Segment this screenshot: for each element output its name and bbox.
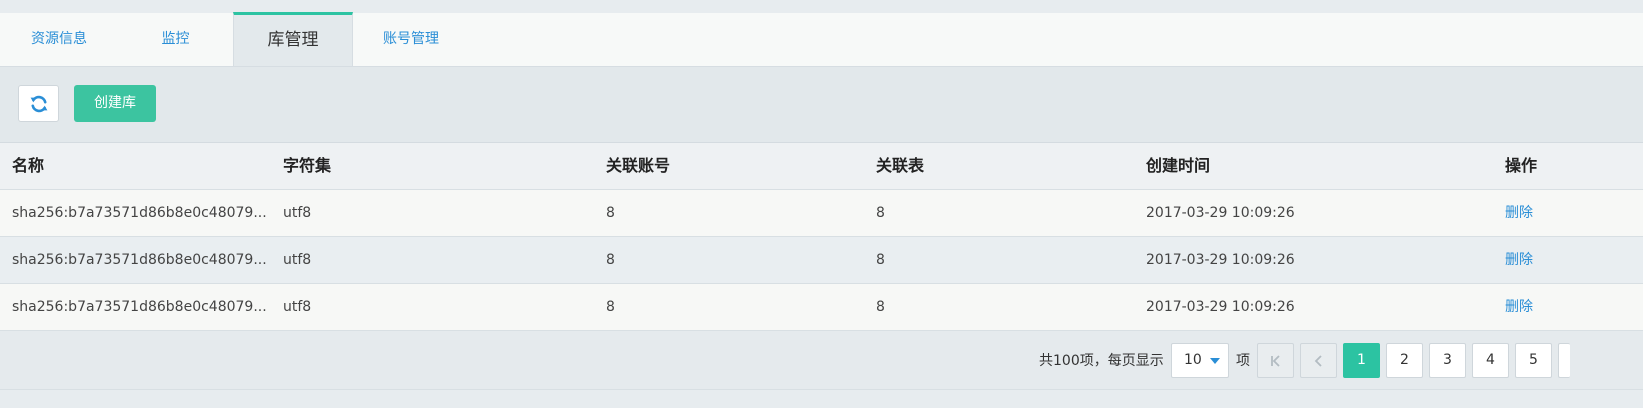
prev-page-button[interactable] bbox=[1300, 343, 1337, 378]
cell-charset: utf8 bbox=[283, 205, 312, 221]
header-tables: 关联表 bbox=[876, 156, 925, 175]
chevron-down-icon bbox=[1210, 358, 1220, 364]
cell-name: sha256:b7a73571d86b8e0c48079... bbox=[12, 205, 267, 221]
toolbar: 创建库 bbox=[0, 67, 1643, 143]
cell-name: sha256:b7a73571d86b8e0c48079... bbox=[12, 252, 267, 268]
page-size-unit: 项 bbox=[1236, 353, 1250, 369]
tab-resource-info[interactable]: 资源信息 bbox=[0, 13, 118, 66]
delete-link[interactable]: 删除 bbox=[1505, 237, 1533, 283]
cell-tables: 8 bbox=[876, 299, 885, 315]
page-button-2[interactable]: 2 bbox=[1386, 343, 1423, 378]
table-row: sha256:b7a73571d86b8e0c48079... utf8 8 8… bbox=[0, 284, 1643, 331]
cell-charset: utf8 bbox=[283, 252, 312, 268]
cell-tables: 8 bbox=[876, 252, 885, 268]
cell-created: 2017-03-29 10:09:26 bbox=[1146, 205, 1295, 221]
page-button-next-partial[interactable] bbox=[1558, 343, 1570, 378]
page-button-5[interactable]: 5 bbox=[1515, 343, 1552, 378]
prev-page-icon bbox=[1314, 355, 1322, 367]
page-size-value: 10 bbox=[1184, 352, 1202, 368]
refresh-button[interactable] bbox=[18, 85, 59, 122]
cell-charset: utf8 bbox=[283, 299, 312, 315]
cell-name: sha256:b7a73571d86b8e0c48079... bbox=[12, 299, 267, 315]
header-accounts: 关联账号 bbox=[606, 156, 671, 175]
cell-accounts: 8 bbox=[606, 205, 615, 221]
pagination-bar: 共100项，每页显示 10 项 1 2 3 4 5 bbox=[0, 333, 1643, 390]
table-row: sha256:b7a73571d86b8e0c48079... utf8 8 8… bbox=[0, 237, 1643, 284]
total-count-text: 共100项，每页显示 bbox=[1039, 353, 1164, 369]
create-database-button[interactable]: 创建库 bbox=[74, 85, 156, 122]
tab-monitor[interactable]: 监控 bbox=[118, 13, 233, 66]
header-charset: 字符集 bbox=[283, 156, 332, 175]
cell-accounts: 8 bbox=[606, 299, 615, 315]
bottom-band bbox=[0, 390, 1643, 408]
tab-account-management[interactable]: 账号管理 bbox=[352, 13, 470, 66]
first-page-button[interactable] bbox=[1257, 343, 1294, 378]
tab-database-management[interactable]: 库管理 bbox=[233, 12, 353, 66]
cell-accounts: 8 bbox=[606, 252, 615, 268]
first-page-icon bbox=[1270, 355, 1280, 367]
page-button-1[interactable]: 1 bbox=[1343, 343, 1380, 378]
table-header: 名称 字符集 关联账号 关联表 创建时间 操作 bbox=[0, 143, 1643, 190]
cell-created: 2017-03-29 10:09:26 bbox=[1146, 252, 1295, 268]
header-created: 创建时间 bbox=[1146, 156, 1211, 175]
delete-link[interactable]: 删除 bbox=[1505, 190, 1533, 236]
cell-tables: 8 bbox=[876, 205, 885, 221]
delete-link[interactable]: 删除 bbox=[1505, 284, 1533, 330]
page-button-3[interactable]: 3 bbox=[1429, 343, 1466, 378]
header-action: 操作 bbox=[1505, 156, 1538, 175]
refresh-icon bbox=[30, 95, 47, 112]
cell-created: 2017-03-29 10:09:26 bbox=[1146, 299, 1295, 315]
page-size-select[interactable]: 10 bbox=[1171, 343, 1229, 378]
table-row: sha256:b7a73571d86b8e0c48079... utf8 8 8… bbox=[0, 190, 1643, 237]
header-name: 名称 bbox=[12, 156, 45, 175]
tab-bar: 资源信息 监控 库管理 账号管理 bbox=[0, 12, 1643, 67]
page-button-4[interactable]: 4 bbox=[1472, 343, 1509, 378]
